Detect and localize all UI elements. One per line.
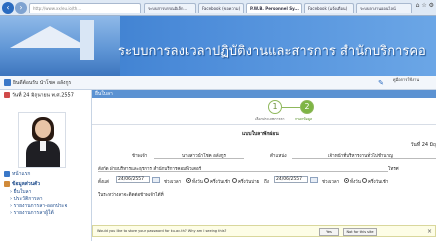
- step-two-label: กรอกข้อมูล: [295, 117, 313, 121]
- sidebar-item-home[interactable]: หน้าแรก: [4, 170, 30, 178]
- phone-label: โทรศ: [388, 167, 399, 172]
- site-title: ระบบการลงเวลาปฏิบัติงานและสารการ สำนักบร…: [118, 44, 426, 59]
- to-full-day-radio[interactable]: [344, 178, 349, 183]
- forward-arrow-icon[interactable]: ›: [15, 2, 27, 14]
- browser-tab[interactable]: ระบบลางานออนไลน์: [356, 3, 412, 13]
- user-icon: [4, 79, 11, 86]
- home-icon: [4, 170, 10, 177]
- save-password-yes-button[interactable]: Yes: [319, 228, 339, 236]
- from-morning-radio[interactable]: [204, 178, 209, 183]
- header-banner: ระบบการลงเวลาปฏิบัติงานและสารการ สำนักบร…: [0, 16, 436, 76]
- manual-link[interactable]: คู่มือการใช้งาน: [386, 77, 426, 89]
- sidebar-item-profile[interactable]: ข้อมูลส่วนตัว: [4, 180, 40, 188]
- save-password-bar: Would you like to store your password fo…: [92, 225, 436, 237]
- form-title: แบบใบลาพักผ่อน: [242, 131, 279, 137]
- step-indicator: 1 2 เลือกประเภทการลา กรอกข้อมูล: [92, 98, 436, 124]
- period-label: ช่วงเวลา: [164, 180, 182, 185]
- browser-toolbar: ‹ › http://www.xx/eu.io/th... ระบบสารบรร…: [0, 0, 436, 16]
- step-one: 1: [268, 100, 282, 114]
- to-date-input[interactable]: 24/06/2557: [274, 176, 308, 183]
- department-underline: [98, 171, 388, 172]
- help-icon[interactable]: ✎: [378, 79, 384, 87]
- from-label: ตั้งแต่: [98, 180, 109, 185]
- sidebar-item-subordinate-report[interactable]: › รายงานการลาผู้ใต้: [10, 209, 54, 217]
- calendar-icon: [4, 92, 10, 98]
- to-morning-radio[interactable]: [362, 178, 367, 183]
- close-icon[interactable]: ×: [427, 228, 432, 235]
- browser-tab[interactable]: Facebook (ขอความ): [198, 3, 244, 13]
- building-image: [0, 16, 120, 76]
- welcome-text: ยินดีต้อนรับ นำโชค อลังกูร: [13, 80, 72, 86]
- user-bar: ยินดีต้อนรับ นำโชค อลังกูร ✎ คู่มือการใช…: [0, 76, 436, 90]
- from-full-day-radio[interactable]: [186, 178, 191, 183]
- address-bar[interactable]: http://www.xx/eu.io/th...: [29, 3, 141, 13]
- step-connector: [282, 107, 300, 108]
- step-one-label: เลือกประเภทการลา: [255, 117, 285, 121]
- to-morning-label: ครึ่งวันเช้า: [368, 180, 389, 185]
- save-password-text: Would you like to store your password fo…: [97, 229, 227, 233]
- from-afternoon-radio[interactable]: [232, 178, 237, 183]
- sidebar: วันที่ 24 มิถุนายน พ.ศ.2557 หน้าแรก ข้อม…: [0, 90, 92, 241]
- from-calendar-icon[interactable]: [152, 177, 160, 183]
- from-date-input[interactable]: 24/06/2557: [116, 176, 150, 183]
- window-controls[interactable]: ⌂ ☆ ⚙: [416, 2, 434, 9]
- position-underline: [292, 158, 436, 159]
- browser-tab[interactable]: Facebook (แจ้งเตือน): [304, 3, 354, 13]
- current-date: วันที่ 24 มิถุนายน พ.ศ.2557: [4, 92, 74, 99]
- main-content: ยื่นใบลา 1 2 เลือกประเภทการลา กรอกข้อมูล…: [92, 90, 436, 241]
- from-morning-label: ครึ่งวันเช้า: [210, 180, 231, 185]
- contact-label: ในระหว่างลาจะติดต่อข้าพเจ้าได้ที่: [98, 193, 164, 198]
- browser-tab[interactable]: ระบบสารบรรณอิเล็ก...: [144, 3, 196, 13]
- roof-shape: [10, 26, 90, 48]
- tower-shape: [80, 20, 94, 60]
- to-label: ถึง: [264, 180, 269, 185]
- period-label-2: ช่วงเวลา: [322, 180, 340, 185]
- to-calendar-icon[interactable]: [310, 177, 318, 183]
- form-date: วันที่ 24 มิถุ: [410, 142, 436, 148]
- step-two: 2: [300, 100, 314, 114]
- position-label: ตำแหน่ง: [270, 154, 287, 159]
- profile-photo: [18, 112, 66, 168]
- from-afternoon-label: ครึ่งวันบ่าย: [238, 180, 260, 185]
- leave-form: แบบใบลาพักผ่อน วันที่ 24 มิถุ ข้าพเจ้า น…: [92, 124, 436, 241]
- browser-tab-active[interactable]: P.W.B. Personnel Sy...: [246, 3, 302, 13]
- person-icon: [4, 180, 10, 187]
- from-full-day-label: ทั้งวัน: [192, 180, 203, 185]
- name-underline: [154, 158, 244, 159]
- save-password-no-button[interactable]: Not for this site: [343, 228, 377, 236]
- to-full-day-label: ทั้งวัน: [350, 180, 361, 185]
- name-label: ข้าพเจ้า: [132, 154, 148, 159]
- section-title: ยื่นใบลา: [92, 90, 436, 98]
- back-arrow-icon[interactable]: ‹: [2, 2, 14, 14]
